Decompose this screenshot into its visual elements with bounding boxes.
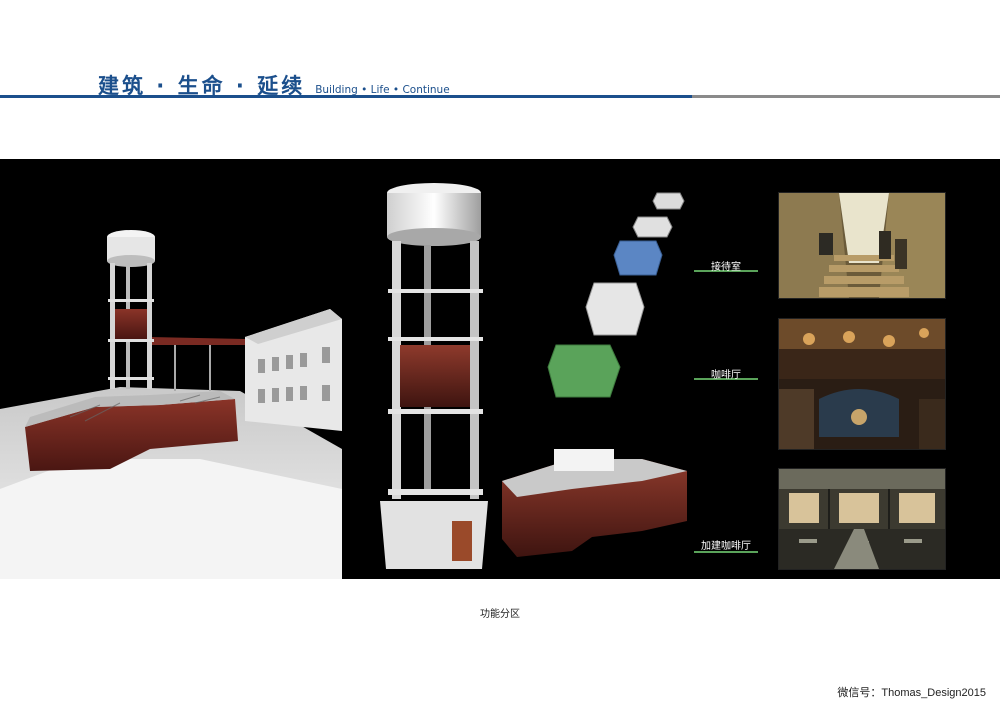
header-rule-blue (0, 95, 692, 98)
annex-cafe-photo (778, 468, 946, 570)
site-render (0, 159, 342, 579)
figure-caption: 功能分区 (480, 609, 520, 620)
zone-label-cafe: 咖啡厅 (711, 370, 741, 381)
wechat-id: 微信号：Thomas_Design2015 (837, 687, 986, 699)
reception-photo (778, 192, 946, 299)
header-rule-gray (692, 95, 1000, 98)
cafe-photo (778, 318, 946, 450)
zone-label-reception: 接待室 (711, 262, 741, 273)
zone-label-annex-cafe: 加建咖啡厅 (701, 541, 751, 552)
presentation-panel: 接待室 咖啡厅 加建咖啡厅 (0, 159, 1000, 579)
